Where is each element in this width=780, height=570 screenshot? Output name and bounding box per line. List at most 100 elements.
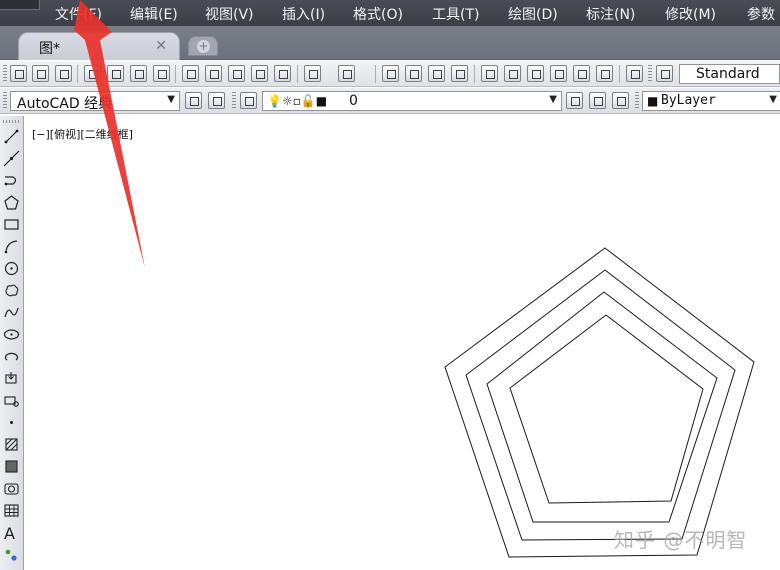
sheet-set-icon[interactable] — [550, 65, 567, 82]
layers-toolbar: AutoCAD 经典 ▼ 💡☼▫🔓■ 0 ▼ ■ ByLayer ▼ — [0, 88, 780, 114]
toolbar-grip[interactable] — [232, 92, 236, 110]
menu-dimension[interactable]: 标注(N) — [586, 4, 635, 24]
menu-tools[interactable]: 工具(T) — [432, 4, 479, 24]
pentagon-outer[interactable] — [444, 247, 755, 558]
redo-icon[interactable] — [338, 65, 355, 82]
menu-format[interactable]: 格式(O) — [353, 4, 403, 24]
ellipse-icon[interactable] — [3, 326, 20, 343]
table-icon[interactable] — [3, 502, 20, 519]
line-icon[interactable] — [3, 128, 20, 145]
zoom-window-icon[interactable] — [428, 65, 445, 82]
print-preview-icon[interactable] — [107, 65, 124, 82]
pentagon-third[interactable] — [486, 291, 718, 523]
new-tab-button[interactable]: + — [188, 36, 218, 56]
polygon-icon[interactable] — [3, 194, 20, 211]
menu-insert[interactable]: 插入(I) — [282, 4, 325, 24]
zoom-realtime-icon[interactable] — [405, 65, 422, 82]
drawing-canvas[interactable]: [−][俯视][二维线框] 知乎 @不明智 — [26, 116, 780, 570]
3d-dwf-icon[interactable] — [153, 65, 170, 82]
text-style-select[interactable]: Standard — [679, 64, 780, 84]
close-icon[interactable]: ✕ — [155, 38, 167, 54]
toolbar-separator — [474, 65, 475, 83]
make-block-icon[interactable] — [3, 392, 20, 409]
spline-icon[interactable] — [3, 304, 20, 321]
chevron-down-icon: ▼ — [769, 94, 777, 105]
arc-icon[interactable] — [3, 238, 20, 255]
color-select[interactable]: ■ ByLayer ▼ — [642, 91, 780, 111]
workspace-value: AutoCAD 经典 — [17, 96, 113, 112]
make-current-layer-icon[interactable] — [566, 92, 583, 109]
copy-icon[interactable] — [205, 65, 222, 82]
color-swatch-icon: ■ — [647, 94, 659, 108]
save-icon[interactable] — [55, 65, 72, 82]
toolbar-separator — [77, 65, 78, 83]
design-center-icon[interactable] — [504, 65, 521, 82]
construction-line-icon[interactable] — [3, 150, 20, 167]
menu-file[interactable]: 文件(F) — [55, 4, 102, 24]
ellipse-arc-icon[interactable] — [3, 348, 20, 365]
toolbar-grip[interactable] — [648, 65, 652, 83]
clean-screen-icon[interactable] — [208, 92, 225, 109]
match-properties-icon[interactable] — [251, 65, 268, 82]
calculator-icon[interactable] — [596, 65, 613, 82]
menu-bar: 文件(F) 编辑(E) 视图(V) 插入(I) 格式(O) 工具(T) 绘图(D… — [0, 0, 780, 26]
offset-pentagons-drawing — [444, 247, 755, 558]
plus-icon: + — [197, 39, 210, 53]
layer-state-icons: 💡☼▫🔓■ — [267, 94, 328, 108]
region-icon[interactable] — [3, 480, 20, 497]
file-tab-drawing[interactable]: 图* ✕ — [18, 32, 180, 60]
toolbar-separator — [297, 65, 298, 83]
chevron-down-icon: ▼ — [167, 94, 175, 105]
print-icon[interactable] — [84, 65, 101, 82]
layer-manager-icon[interactable] — [240, 92, 257, 109]
revision-cloud-icon[interactable] — [3, 282, 20, 299]
menu-draw[interactable]: 绘图(D) — [508, 4, 558, 24]
toolbar-grip[interactable] — [3, 120, 21, 123]
toolbar-grip[interactable] — [3, 65, 7, 83]
layer-states-icon[interactable] — [612, 92, 629, 109]
polyline-icon[interactable] — [3, 172, 20, 189]
workspace-select[interactable]: AutoCAD 经典 ▼ — [10, 91, 180, 112]
add-selected-icon[interactable] — [3, 546, 20, 563]
gradient-icon[interactable] — [3, 458, 20, 475]
menu-view[interactable]: 视图(V) — [205, 4, 254, 24]
menu-parametric[interactable]: 参数 — [747, 4, 775, 24]
pan-icon[interactable] — [382, 65, 399, 82]
open-file-icon[interactable] — [32, 65, 49, 82]
multiline-text-icon[interactable]: A — [4, 524, 15, 543]
hatch-icon[interactable] — [3, 436, 20, 453]
undo-icon[interactable] — [304, 65, 321, 82]
color-value: ByLayer — [661, 93, 716, 108]
toolbar-grip[interactable] — [635, 92, 639, 110]
circle-icon[interactable] — [3, 260, 20, 277]
layer-select[interactable]: 💡☼▫🔓■ 0 ▼ — [262, 91, 562, 111]
block-editor-icon[interactable] — [274, 65, 291, 82]
help-icon[interactable] — [626, 65, 643, 82]
paste-icon[interactable] — [228, 65, 245, 82]
cut-icon[interactable] — [182, 65, 199, 82]
application-button[interactable] — [0, 0, 40, 10]
pentagon-second[interactable] — [465, 269, 736, 541]
text-style-icon[interactable] — [656, 65, 673, 82]
toolbar-separator — [375, 65, 376, 83]
insert-block-icon[interactable] — [3, 370, 20, 387]
zoom-previous-icon[interactable] — [451, 65, 468, 82]
layer-value: 0 — [349, 93, 358, 109]
workspace-settings-icon[interactable] — [185, 92, 202, 109]
tool-palettes-icon[interactable] — [527, 65, 544, 82]
point-icon[interactable] — [3, 414, 20, 431]
rectangle-icon[interactable] — [3, 216, 20, 233]
new-file-icon[interactable] — [10, 65, 27, 82]
toolbar-grip[interactable] — [3, 92, 7, 110]
publish-icon[interactable] — [130, 65, 147, 82]
text-style-value: Standard — [696, 66, 760, 82]
properties-icon[interactable] — [481, 65, 498, 82]
file-tab-label: 图* — [39, 41, 60, 57]
menu-edit[interactable]: 编辑(E) — [130, 4, 178, 24]
watermark: 知乎 @不明智 — [614, 528, 748, 552]
toolbar-separator — [619, 65, 620, 83]
markup-icon[interactable] — [573, 65, 590, 82]
menu-modify[interactable]: 修改(M) — [665, 4, 716, 24]
chevron-down-icon: ▼ — [549, 94, 557, 105]
layer-previous-icon[interactable] — [589, 92, 606, 109]
